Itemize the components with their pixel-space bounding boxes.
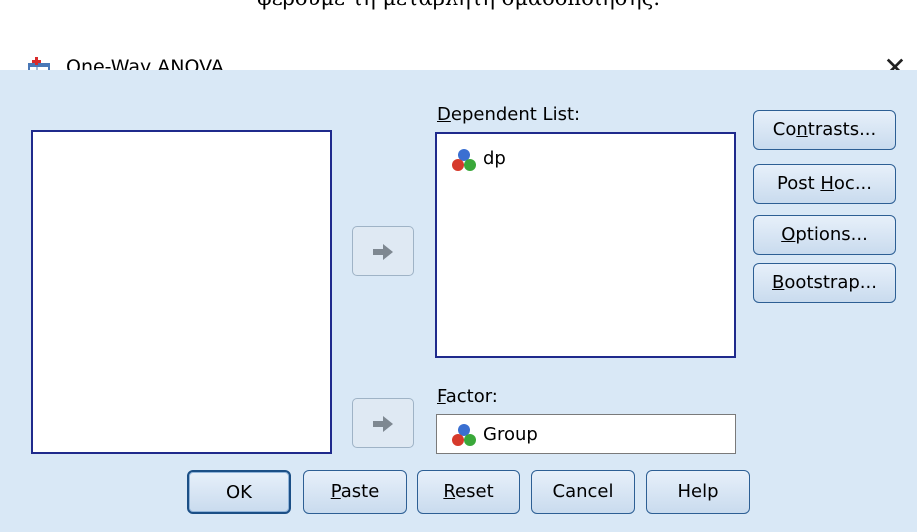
nominal-variable-icon	[452, 424, 476, 446]
dependent-list[interactable]: dp	[435, 132, 736, 358]
options-button[interactable]: Options...	[753, 215, 896, 255]
factor-field[interactable]: Group	[436, 414, 736, 454]
list-item[interactable]: dp	[483, 148, 506, 169]
source-variable-list[interactable]	[31, 130, 332, 454]
ok-button[interactable]: OK	[187, 470, 291, 514]
bootstrap-button[interactable]: Bootstrap...	[753, 263, 896, 303]
help-button[interactable]: Help	[646, 470, 750, 514]
reset-button[interactable]: Reset	[417, 470, 520, 514]
arrow-right-icon	[373, 244, 393, 260]
move-to-dependent-button[interactable]	[352, 226, 414, 276]
title-bar: One-Way ANOVA ✕	[0, 22, 917, 84]
move-to-factor-button[interactable]	[352, 398, 414, 448]
contrasts-button[interactable]: Contrasts...	[753, 110, 896, 150]
factor-label: Factor:	[437, 386, 498, 407]
arrow-right-icon	[373, 416, 393, 432]
factor-value: Group	[483, 424, 538, 445]
dependent-list-label: Dependent List:	[437, 104, 581, 125]
post-hoc-button[interactable]: Post Hoc...	[753, 164, 896, 204]
nominal-variable-icon	[452, 149, 476, 171]
page-caption: φέρουμε τη μεταβλητή ομαδοποίησης.	[0, 0, 917, 10]
paste-button[interactable]: Paste	[303, 470, 407, 514]
cancel-button[interactable]: Cancel	[531, 470, 635, 514]
